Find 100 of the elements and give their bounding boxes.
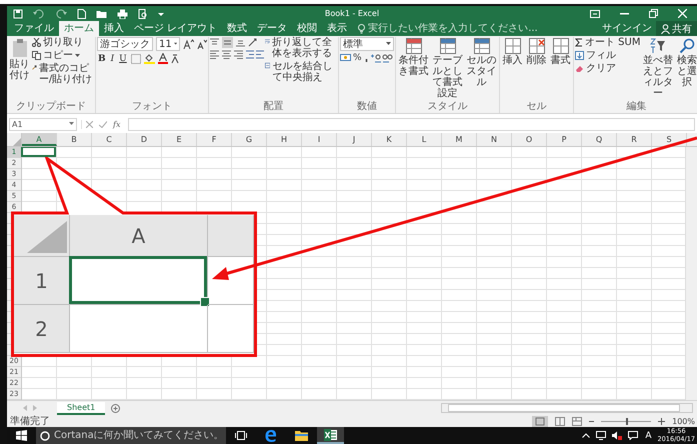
minimize-icon[interactable]: [620, 12, 629, 14]
column-header[interactable]: B: [57, 133, 92, 146]
zoom-out-icon[interactable]: [589, 420, 594, 422]
notification-icon[interactable]: [628, 431, 638, 440]
save-icon[interactable]: [13, 8, 23, 18]
windows-logo-icon[interactable]: [16, 430, 27, 441]
zoom-in-icon[interactable]: [658, 418, 666, 424]
column-header[interactable]: C: [92, 133, 127, 146]
cut-button[interactable]: 切り取り: [32, 37, 94, 48]
ribbon-display-icon[interactable]: [590, 10, 600, 18]
name-box[interactable]: A1: [9, 118, 77, 130]
wrap-text-button[interactable]: 折り返して全体を表示する: [265, 37, 337, 59]
ribbon-tab[interactable]: データ: [252, 21, 292, 36]
redo-icon[interactable]: [55, 8, 67, 18]
paste-button[interactable]: 貼り付け: [8, 37, 31, 82]
restore-icon[interactable]: [649, 9, 658, 18]
phonetic-icon[interactable]: [170, 54, 179, 64]
font-size-field[interactable]: 11: [156, 37, 180, 51]
cells-button[interactable]: 挿入: [501, 37, 524, 67]
column-header[interactable]: F: [197, 133, 232, 146]
column-header[interactable]: O: [512, 133, 547, 146]
copy-button[interactable]: コピー: [32, 50, 94, 61]
ribbon-tab[interactable]: 表示: [322, 21, 352, 36]
borders-icon[interactable]: [130, 54, 141, 64]
column-header[interactable]: N: [477, 133, 512, 146]
column-header[interactable]: K: [372, 133, 407, 146]
column-header[interactable]: I: [302, 133, 337, 146]
format-painter-button[interactable]: 書式のコピー/貼り付け: [32, 63, 94, 85]
column-header[interactable]: E: [162, 133, 197, 146]
column-header[interactable]: G: [232, 133, 267, 146]
browser-icon[interactable]: [265, 430, 277, 442]
column-header[interactable]: P: [547, 133, 582, 146]
align-center-icon[interactable]: [222, 50, 231, 59]
clear-button[interactable]: クリア: [575, 63, 640, 74]
zoom-level-text[interactable]: 100%: [672, 416, 695, 426]
column-header[interactable]: D: [127, 133, 162, 146]
shrink-font-icon[interactable]: [197, 39, 207, 49]
cortana-search-field[interactable]: Cortanaに何か聞いてみてください。: [36, 427, 226, 444]
align-middle-icon[interactable]: [222, 37, 233, 48]
add-sheet-icon[interactable]: [111, 404, 120, 412]
column-header[interactable]: L: [407, 133, 442, 146]
text-orientation-icon[interactable]: [248, 38, 258, 47]
network-icon[interactable]: [596, 431, 606, 440]
grow-font-icon[interactable]: [183, 39, 194, 49]
new-file-icon[interactable]: [77, 8, 86, 18]
undo-icon[interactable]: [33, 8, 45, 18]
sort-filter-button[interactable]: 並べ替えとフィルター: [641, 37, 674, 100]
column-header[interactable]: S: [652, 133, 687, 146]
column-header[interactable]: R: [617, 133, 652, 146]
folder-icon[interactable]: [295, 430, 308, 441]
checkmark-icon[interactable]: [99, 120, 107, 128]
style-button[interactable]: 条件付き書式: [397, 37, 430, 78]
print-preview-icon[interactable]: [138, 8, 148, 18]
cells-button[interactable]: 書式: [549, 37, 572, 67]
page-layout-icon[interactable]: [555, 416, 566, 426]
ribbon-tab[interactable]: ファイル: [9, 21, 59, 36]
fill-button[interactable]: フィル: [575, 50, 640, 61]
align-top-icon[interactable]: [210, 38, 219, 47]
increase-decimal-icon[interactable]: [370, 54, 381, 62]
style-button[interactable]: セルのスタイル: [465, 37, 498, 89]
italic-button[interactable]: I: [110, 54, 116, 64]
ribbon-tab[interactable]: 校閲: [292, 21, 322, 36]
merge-center-button[interactable]: セルを結合して中央揃え: [265, 61, 337, 83]
percent-button[interactable]: %: [352, 53, 363, 63]
share-button[interactable]: 共有: [656, 21, 697, 36]
spreadsheet-app-icon[interactable]: [324, 428, 337, 440]
ribbon-tab[interactable]: ホーム: [59, 21, 99, 36]
close-icon[interactable]: [678, 9, 687, 18]
column-header[interactable]: A: [22, 133, 57, 146]
find-select-button[interactable]: 検索と選択: [675, 37, 697, 89]
vertical-scrollbar[interactable]: [685, 147, 697, 400]
align-right-icon[interactable]: [234, 50, 243, 59]
bold-button[interactable]: B: [97, 54, 107, 64]
indent-icon[interactable]: [246, 50, 264, 59]
insert-function-button[interactable]: fx: [113, 120, 120, 128]
chevron-up-icon[interactable]: [582, 433, 590, 438]
printer-icon[interactable]: [117, 8, 128, 18]
column-header[interactable]: Q: [582, 133, 617, 146]
speaker-icon[interactable]: [612, 431, 622, 440]
ribbon-tab[interactable]: ページ レイアウト: [129, 21, 222, 36]
sheet-tab[interactable]: Sheet1: [57, 402, 106, 414]
normal-view-icon[interactable]: [532, 416, 548, 426]
font-color-icon[interactable]: [158, 53, 168, 64]
fill-color-icon[interactable]: [144, 53, 155, 64]
style-button[interactable]: テーブルとして書式設定: [431, 37, 464, 100]
ribbon-tab[interactable]: 挿入: [99, 21, 129, 36]
align-left-icon[interactable]: [210, 50, 219, 59]
column-header[interactable]: M: [442, 133, 477, 146]
task-view-icon[interactable]: [235, 431, 247, 440]
caret-icon[interactable]: [158, 10, 164, 16]
autosum-button[interactable]: オート SUM: [575, 37, 640, 48]
align-bottom-icon[interactable]: [236, 38, 245, 47]
column-header[interactable]: H: [267, 133, 302, 146]
page-break-icon[interactable]: [572, 416, 582, 426]
decrease-decimal-icon[interactable]: [382, 54, 393, 62]
font-name-field[interactable]: 游ゴシック: [97, 37, 153, 51]
formula-input[interactable]: [128, 118, 695, 130]
ribbon-tab[interactable]: 数式: [222, 21, 252, 36]
number-format-field[interactable]: 標準: [340, 37, 394, 51]
column-header[interactable]: J: [337, 133, 372, 146]
